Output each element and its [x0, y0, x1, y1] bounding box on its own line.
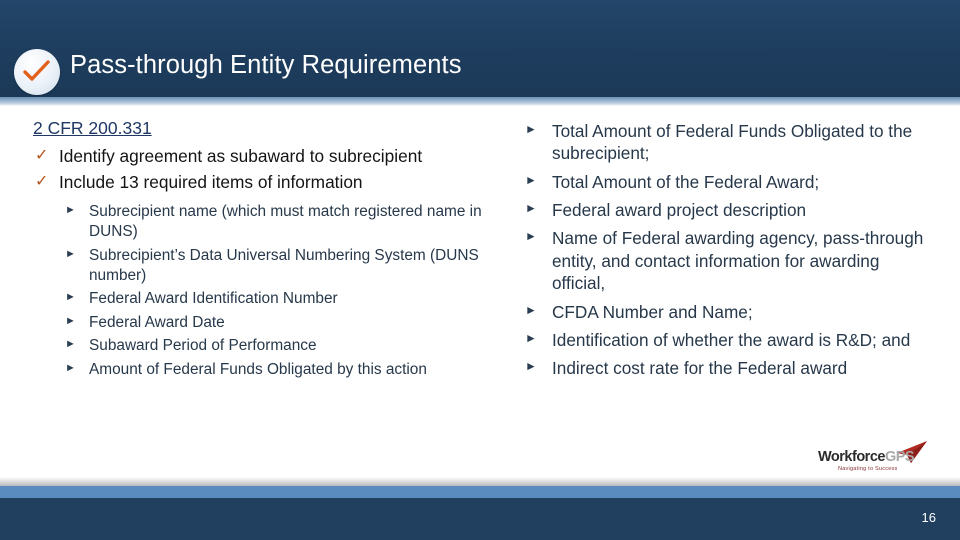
triangle-bullet-icon: ► [525, 359, 537, 374]
footer-fade [0, 477, 960, 486]
footer-bar [0, 498, 960, 540]
workforcegps-logo: WorkforceGPS Navigating to Success [818, 440, 928, 478]
slide: Pass-through Entity Requirements 2 CFR 2… [0, 0, 960, 540]
header-banner [0, 0, 960, 97]
logo-word-secondary: GPS [884, 449, 915, 465]
triangle-bullet-icon: ► [65, 338, 76, 351]
list-item-text: Identification of whether the award is R… [552, 329, 911, 350]
list-item-text: Include 13 required items of information [59, 171, 363, 192]
triangle-bullet-icon: ► [525, 172, 537, 187]
check-icon: ✓ [35, 172, 49, 190]
check-icon: ✓ [35, 147, 49, 165]
page-number: 16 [921, 510, 936, 525]
list-item: ► Federal Award Date [62, 313, 499, 333]
list-item: ► Total Amount of Federal Funds Obligate… [524, 120, 924, 165]
list-item-text: Identify agreement as subaward to subrec… [59, 146, 423, 167]
list-item-text: Total Amount of the Federal Award; [552, 171, 820, 192]
cfr-regulation-link[interactable]: 2 CFR 200.331 [33, 118, 152, 138]
footer-accent-bar [0, 486, 960, 498]
list-item-text: Subaward Period of Performance [89, 337, 317, 355]
requirements-list: ► Total Amount of Federal Funds Obligate… [524, 120, 924, 380]
list-item: ► Name of Federal awarding agency, pass-… [524, 227, 924, 294]
header-underline [0, 97, 960, 106]
triangle-bullet-icon: ► [65, 314, 76, 327]
check-circle-icon [14, 49, 60, 95]
checkmark-glyph [23, 60, 50, 81]
list-item: ► Subrecipient’s Data Universal Numberin… [62, 246, 499, 286]
list-item: ✓ Include 13 required items of informati… [33, 171, 499, 193]
logo-wordmark: WorkforceGPS [818, 449, 915, 465]
list-item-text: Name of Federal awarding agency, pass-th… [552, 228, 924, 294]
page-title: Pass-through Entity Requirements [70, 51, 462, 79]
list-item-text: Subrecipient name (which must match regi… [89, 203, 482, 241]
triangle-bullet-icon: ► [525, 122, 537, 136]
list-item: ► Subrecipient name (which must match re… [62, 202, 499, 242]
list-item: ► Amount of Federal Funds Obligated by t… [62, 360, 499, 380]
triangle-bullet-icon: ► [525, 229, 537, 244]
list-item-text: Subrecipient’s Data Universal Numbering … [89, 246, 479, 284]
list-item: ► Subaward Period of Performance [62, 336, 499, 356]
logo-word-primary: Workforce [818, 449, 885, 465]
triangle-bullet-icon: ► [525, 330, 537, 345]
triangle-bullet-icon: ► [65, 291, 76, 304]
triangle-bullet-icon: ► [65, 247, 76, 260]
list-item: ► Identification of whether the award is… [524, 329, 924, 351]
list-item: ► Total Amount of the Federal Award; [524, 171, 924, 193]
list-item-text: Federal Award Identification Number [89, 290, 338, 308]
list-item: ► Federal award project description [524, 199, 924, 221]
right-column: ► Total Amount of Federal Funds Obligate… [524, 120, 924, 380]
list-item-text: Federal Award Date [89, 313, 225, 331]
triangle-bullet-icon: ► [525, 302, 537, 317]
triangle-bullet-icon: ► [65, 204, 76, 217]
list-item-text: Indirect cost rate for the Federal award [552, 358, 848, 379]
check-bullet-list: ✓ Identify agreement as subaward to subr… [33, 145, 499, 193]
sub-bullet-list: ► Subrecipient name (which must match re… [33, 202, 499, 380]
list-item-text: Amount of Federal Funds Obligated by thi… [89, 360, 427, 378]
left-column: 2 CFR 200.331 ✓ Identify agreement as su… [33, 118, 499, 380]
triangle-bullet-icon: ► [525, 201, 537, 216]
triangle-bullet-icon: ► [65, 361, 76, 374]
list-item: ► Indirect cost rate for the Federal awa… [524, 357, 924, 379]
list-item: ► Federal Award Identification Number [62, 289, 499, 309]
list-item-text: CFDA Number and Name; [552, 301, 753, 322]
logo-tagline: Navigating to Success [838, 466, 898, 472]
list-item: ✓ Identify agreement as subaward to subr… [33, 145, 499, 167]
list-item-text: Federal award project description [552, 200, 807, 221]
list-item-text: Total Amount of Federal Funds Obligated … [552, 121, 913, 164]
list-item: ► CFDA Number and Name; [524, 301, 924, 323]
